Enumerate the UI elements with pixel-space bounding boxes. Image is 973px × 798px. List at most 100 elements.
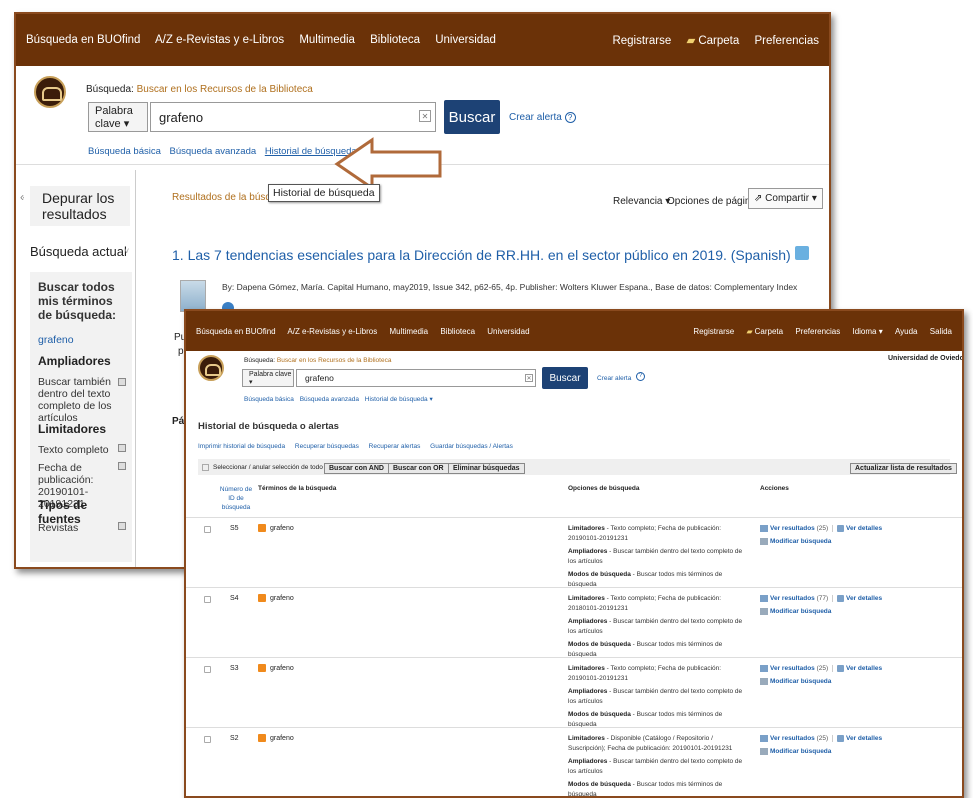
create-alert-link[interactable]: Crear alerta: [509, 112, 562, 123]
advanced-search-link[interactable]: Búsqueda avanzada: [300, 396, 359, 403]
current-search-heading[interactable]: Búsqueda actual: [30, 244, 134, 259]
nav-preferencias[interactable]: Preferencias: [754, 35, 819, 47]
search-term[interactable]: grafeno: [258, 524, 294, 532]
history-row: S3 grafeno Limitadores - Texto completo; F…: [186, 657, 962, 728]
search-term[interactable]: grafeno: [258, 594, 294, 602]
nav-preferencias[interactable]: Preferencias: [795, 327, 840, 336]
nav-carpeta[interactable]: ▰ Carpeta: [746, 327, 783, 336]
nav-universidad[interactable]: Universidad: [435, 34, 496, 46]
nav-buofind[interactable]: Búsqueda en BUOfind: [26, 34, 140, 46]
retrieve-alerts-link[interactable]: Recuperar alertas: [369, 443, 421, 450]
rss-icon[interactable]: [258, 524, 266, 532]
nav-idioma[interactable]: Idioma ▾: [852, 327, 882, 336]
field-select[interactable]: Palabra clave ▾: [88, 102, 148, 132]
rss-icon[interactable]: [258, 664, 266, 672]
history-link[interactable]: Historial de búsqueda ▾: [365, 396, 433, 403]
modify-search-link[interactable]: Modificar búsqueda: [760, 677, 831, 685]
search-label: Búsqueda:: [86, 84, 134, 95]
view-results-link[interactable]: Ver resultados: [760, 594, 815, 602]
retrieve-searches-link[interactable]: Recuperar búsquedas: [295, 443, 359, 450]
results-icon: [760, 664, 768, 672]
info-icon: [837, 524, 844, 532]
limiter-fulltext: Texto completo: [38, 444, 109, 456]
field-select[interactable]: Palabra clave ▾: [242, 369, 294, 387]
basic-search-link[interactable]: Búsqueda básica: [88, 146, 161, 157]
share-button[interactable]: ⇗ Compartir ▾: [748, 188, 823, 209]
search-and-button[interactable]: Buscar con AND: [324, 463, 389, 474]
term-link[interactable]: grafeno: [38, 334, 74, 346]
row-checkbox[interactable]: [204, 596, 211, 603]
pdf-folder-icon[interactable]: [795, 246, 809, 260]
modify-search-link[interactable]: Modificar búsqueda: [760, 747, 831, 755]
search-input[interactable]: grafeno: [296, 369, 536, 387]
nav-ayuda[interactable]: Ayuda: [895, 327, 918, 336]
sort-relevance[interactable]: Relevancia ▾: [613, 196, 670, 207]
row-checkbox[interactable]: [204, 666, 211, 673]
view-details-link[interactable]: Ver detalles: [832, 664, 883, 672]
search-or-button[interactable]: Buscar con OR: [388, 463, 449, 474]
rss-icon[interactable]: [258, 594, 266, 602]
results-icon: [760, 524, 768, 532]
share-icon: ⇗: [754, 193, 766, 204]
help-icon[interactable]: ?: [636, 372, 645, 381]
select-all-checkbox[interactable]: [202, 464, 209, 471]
search-options: Limitadores - Texto completo; Fecha de p…: [568, 665, 743, 728]
modify-search-link[interactable]: Modificar búsqueda: [760, 607, 831, 615]
create-alert-link[interactable]: Crear alerta: [597, 375, 631, 382]
view-details-link[interactable]: Ver detalles: [832, 594, 883, 602]
modify-search-link[interactable]: Modificar búsqueda: [760, 537, 831, 545]
view-results-link[interactable]: Ver resultados: [760, 734, 815, 742]
advanced-search-link[interactable]: Búsqueda avanzada: [170, 146, 257, 157]
info-icon: [837, 664, 844, 672]
refresh-results-button[interactable]: Actualizar lista de resultados: [850, 463, 957, 474]
view-details-link[interactable]: Ver detalles: [832, 734, 883, 742]
search-scope[interactable]: Buscar en los Recursos de la Biblioteca: [137, 84, 313, 95]
nav-multimedia[interactable]: Multimedia: [389, 327, 428, 336]
view-results-link[interactable]: Ver resultados: [760, 664, 815, 672]
nav-universidad[interactable]: Universidad: [487, 327, 529, 336]
col-options-header: Opciones de búsqueda: [568, 485, 640, 492]
delete-searches-button[interactable]: Eliminar búsquedas: [448, 463, 525, 474]
nav-erevistas[interactable]: A/Z e-Revistas y e-Libros: [155, 34, 284, 46]
nav-erevistas[interactable]: A/Z e-Revistas y e-Libros: [287, 327, 377, 336]
nav-biblioteca[interactable]: Biblioteca: [370, 34, 420, 46]
search-scope[interactable]: Buscar en los Recursos de la Biblioteca: [277, 357, 392, 364]
info-icon: [837, 594, 844, 602]
view-details-link[interactable]: Ver detalles: [832, 524, 883, 532]
save-searches-link[interactable]: Guardar búsquedas / Alertas: [430, 443, 513, 450]
nav-salida[interactable]: Salida: [930, 327, 952, 336]
search-term[interactable]: grafeno: [258, 664, 294, 672]
sidebar-title: Depurar los resultados: [30, 186, 130, 226]
remove-expander-icon[interactable]: [118, 378, 126, 386]
nav-registrarse[interactable]: Registrarse: [612, 35, 671, 47]
nav-buofind[interactable]: Búsqueda en BUOfind: [196, 327, 276, 336]
basic-search-link[interactable]: Búsqueda básica: [244, 396, 294, 403]
nav-multimedia[interactable]: Multimedia: [299, 34, 355, 46]
print-history-link[interactable]: Imprimir historial de búsqueda: [198, 443, 285, 450]
nav-carpeta[interactable]: ▰ Carpeta: [686, 35, 739, 47]
search-input[interactable]: grafeno: [150, 102, 436, 132]
remove-limiter-date-icon[interactable]: [118, 462, 126, 470]
nav-registrarse[interactable]: Registrarse: [693, 327, 734, 336]
edit-icon: [760, 607, 768, 615]
row-checkbox[interactable]: [204, 736, 211, 743]
row-actions: Ver resultados (25) Ver detalles Modifica…: [760, 662, 883, 688]
clear-icon[interactable]: ✕: [419, 110, 431, 122]
row-checkbox[interactable]: [204, 526, 211, 533]
search-term[interactable]: grafeno: [258, 734, 294, 742]
remove-source-icon[interactable]: [118, 522, 126, 530]
nav-biblioteca[interactable]: Biblioteca: [440, 327, 475, 336]
chevron-down-icon[interactable]: ˅: [124, 246, 129, 256]
search-button[interactable]: Buscar: [444, 100, 500, 134]
search-options: Limitadores - Texto completo; Fecha de p…: [568, 525, 743, 588]
rss-icon[interactable]: [258, 734, 266, 742]
remove-limiter-fulltext-icon[interactable]: [118, 444, 126, 452]
view-results-link[interactable]: Ver resultados: [760, 524, 815, 532]
search-options: Limitadores - Texto completo; Fecha de p…: [568, 595, 743, 658]
col-terms-header: Términos de la búsqueda: [258, 485, 337, 492]
search-button[interactable]: Buscar: [542, 367, 588, 389]
results-icon: [760, 594, 768, 602]
result-title[interactable]: 1. Las 7 tendencias esenciales para la D…: [172, 247, 791, 263]
help-icon[interactable]: ?: [564, 112, 576, 123]
clear-icon[interactable]: ✕: [525, 374, 533, 382]
